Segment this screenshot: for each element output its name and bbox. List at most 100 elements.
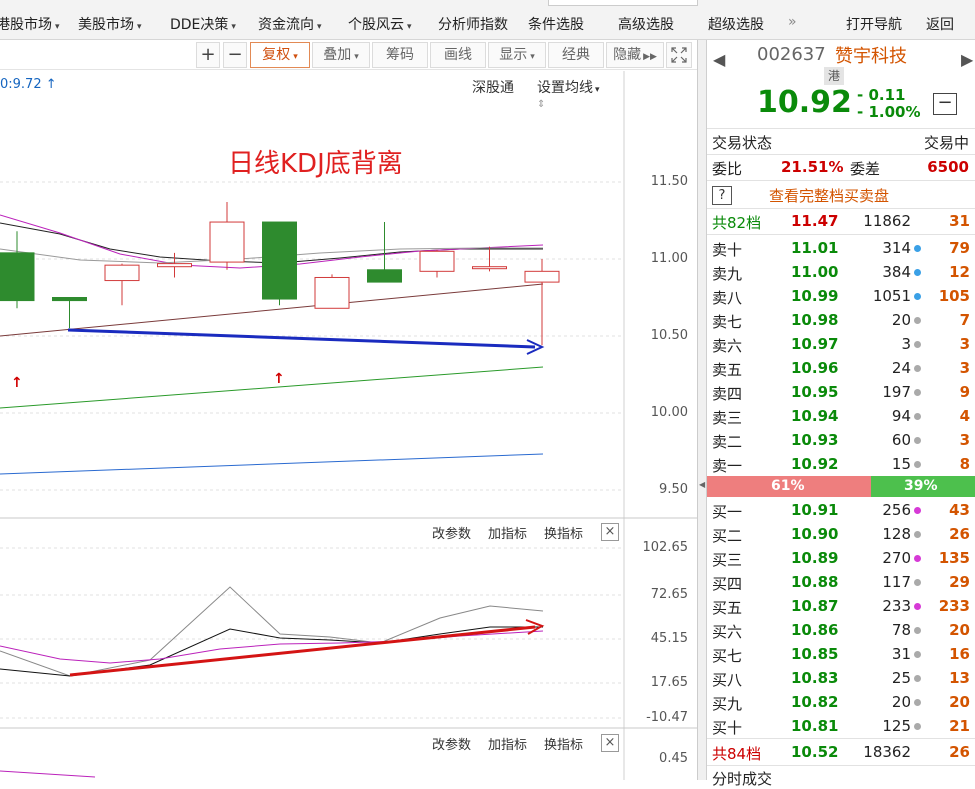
close-panel-button[interactable]: × (601, 734, 619, 752)
bids-price: 10.83 (791, 669, 839, 687)
hk-connect-badge[interactable]: 港 (824, 67, 844, 85)
asks-order-count: 79 (949, 239, 970, 257)
order-dot-icon (914, 723, 921, 730)
overlay-label: 叠加 (323, 47, 352, 63)
add-indicator-link[interactable]: 加指标 (488, 523, 527, 542)
order-dot-icon (914, 531, 921, 538)
fullscreen-button[interactable] (666, 42, 692, 68)
asks-row[interactable]: 卖一 10.92 15 8 (707, 452, 975, 476)
panel-splitter[interactable]: ◀ (697, 40, 706, 780)
chevron-down-icon: ▾ (231, 22, 236, 32)
display-dropdown[interactable]: 显示 ▾ (488, 42, 546, 68)
zoom-out-button[interactable]: − (223, 42, 247, 68)
kdj-j-line (0, 586, 544, 677)
prev-stock-arrow-icon[interactable]: ◀ (713, 50, 725, 69)
asks-row[interactable]: 卖八 10.99 1051 105 (707, 284, 975, 308)
menu-fund-flow[interactable]: 资金流向 ▾ (258, 14, 322, 34)
bids-row[interactable]: 买九 10.82 20 20 (707, 690, 975, 714)
chevron-down-icon: ▾ (317, 22, 322, 32)
asks-row[interactable]: 卖七 10.98 20 7 (707, 308, 975, 332)
fuquan-dropdown[interactable]: 复权 ▾ (250, 42, 310, 68)
bids-row[interactable]: 买八 10.83 25 13 (707, 666, 975, 690)
change-params-link[interactable]: 改参数 (432, 734, 471, 753)
menu-condition-select[interactable]: 条件选股 (528, 14, 584, 34)
menu-hk-market[interactable]: 港股市场 ▾ (0, 14, 60, 34)
chevron-down-icon: ▾ (293, 52, 298, 62)
switch-indicator-link[interactable]: 换指标 (544, 523, 583, 542)
collapse-arrow-icon[interactable]: ◀ (699, 480, 705, 489)
bids-row[interactable]: 买六 10.86 78 20 (707, 618, 975, 642)
tick-trades-tab[interactable]: 分时成交 (712, 768, 772, 789)
bids-level-label: 买二 (712, 527, 743, 545)
asks-row[interactable]: 卖二 10.93 60 3 (707, 428, 975, 452)
candle-up (524, 270, 560, 283)
search-box-edge[interactable] (548, 0, 698, 6)
bids-price: 10.87 (791, 597, 839, 615)
asks-row[interactable]: 卖六 10.97 3 3 (707, 332, 975, 356)
draw-line-button[interactable]: 画线 (430, 42, 486, 68)
asks-price: 11.01 (791, 239, 839, 257)
bids-row[interactable]: 买四 10.88 117 29 (707, 570, 975, 594)
bids-order-count: 20 (949, 693, 970, 711)
bids-row[interactable]: 买二 10.90 128 26 (707, 522, 975, 546)
asks-level-label: 卖八 (712, 289, 743, 307)
asks-row[interactable]: 卖三 10.94 94 4 (707, 404, 975, 428)
bids-level-label: 买九 (712, 695, 743, 713)
chips-button[interactable]: 筹码 (372, 42, 428, 68)
buy-sell-ratio-bar: 61% 39% (707, 476, 975, 497)
last-price: 10.92 (757, 85, 852, 120)
hide-button[interactable]: 隐藏 ▶▶ (606, 42, 664, 68)
asks-volume: 197 (882, 383, 911, 401)
zoom-in-button[interactable]: + (196, 42, 220, 68)
quote-panel: ◀ ▶ 002637 赞宇科技 港 10.92 - 0.11 - 1.00% −… (706, 40, 975, 788)
candle-up (104, 264, 140, 282)
bids-row[interactable]: 买五 10.87 233 233 (707, 594, 975, 618)
close-panel-button[interactable]: × (601, 523, 619, 541)
next-stock-arrow-icon[interactable]: ▶ (961, 50, 973, 69)
open-nav-button[interactable]: 打开导航 (846, 14, 902, 34)
order-dot-icon (914, 293, 921, 300)
lower-indicator-line (0, 770, 96, 778)
asks-row[interactable]: 卖九 11.00 384 12 (707, 260, 975, 284)
bids-order-count: 26 (949, 525, 970, 543)
change-params-link[interactable]: 改参数 (432, 523, 471, 542)
bids-row[interactable]: 买七 10.85 31 16 (707, 642, 975, 666)
menu-dde[interactable]: DDE决策 ▾ (170, 14, 236, 34)
bids-price: 10.85 (791, 645, 839, 663)
asks-order-count: 8 (959, 455, 970, 473)
weibi-value: 21.51% (781, 158, 844, 176)
back-button[interactable]: 返回 (926, 14, 954, 34)
kdj-tick: 17.65 (650, 675, 688, 690)
stock-name[interactable]: 赞宇科技 (835, 42, 907, 68)
add-indicator-link[interactable]: 加指标 (488, 734, 527, 753)
menu-stock-events[interactable]: 个股风云 ▾ (348, 14, 412, 34)
remove-stock-button[interactable]: − (933, 93, 957, 115)
bids-row[interactable]: 买十 10.81 125 21 (707, 714, 975, 738)
help-icon[interactable]: ? (712, 186, 732, 205)
order-dot-icon (914, 269, 921, 276)
asks-row[interactable]: 卖五 10.96 24 3 (707, 356, 975, 380)
up-marker-icon: ↑ (273, 371, 285, 387)
menu-analyst-index[interactable]: 分析师指数 (438, 14, 508, 34)
asks-price: 10.92 (791, 455, 839, 473)
menu-us-market[interactable]: 美股市场 ▾ (78, 14, 142, 34)
more-menu-icon[interactable]: » (788, 14, 797, 30)
order-dot-icon (914, 699, 921, 706)
asks-row[interactable]: 卖十 11.01 314 79 (707, 236, 975, 260)
asks-level-label: 卖二 (712, 433, 743, 451)
bids-row[interactable]: 买一 10.91 256 43 (707, 498, 975, 522)
asks-price: 10.93 (791, 431, 839, 449)
switch-indicator-link[interactable]: 换指标 (544, 734, 583, 753)
ma-line-green (0, 366, 544, 409)
full-order-book-link[interactable]: 查看完整档买卖盘 (769, 185, 889, 206)
asks-row[interactable]: 卖四 10.95 197 9 (707, 380, 975, 404)
overlay-dropdown[interactable]: 叠加 ▾ (312, 42, 370, 68)
candle-up (157, 263, 192, 268)
menu-advanced-select[interactable]: 高级选股 (618, 14, 674, 34)
asks-level-label: 卖九 (712, 265, 743, 283)
bids-order-count: 43 (949, 501, 970, 519)
bids-row[interactable]: 买三 10.89 270 135 (707, 546, 975, 570)
bids-level-label: 买八 (712, 671, 743, 689)
classic-button[interactable]: 经典 (548, 42, 604, 68)
menu-super-select[interactable]: 超级选股 (708, 14, 764, 34)
